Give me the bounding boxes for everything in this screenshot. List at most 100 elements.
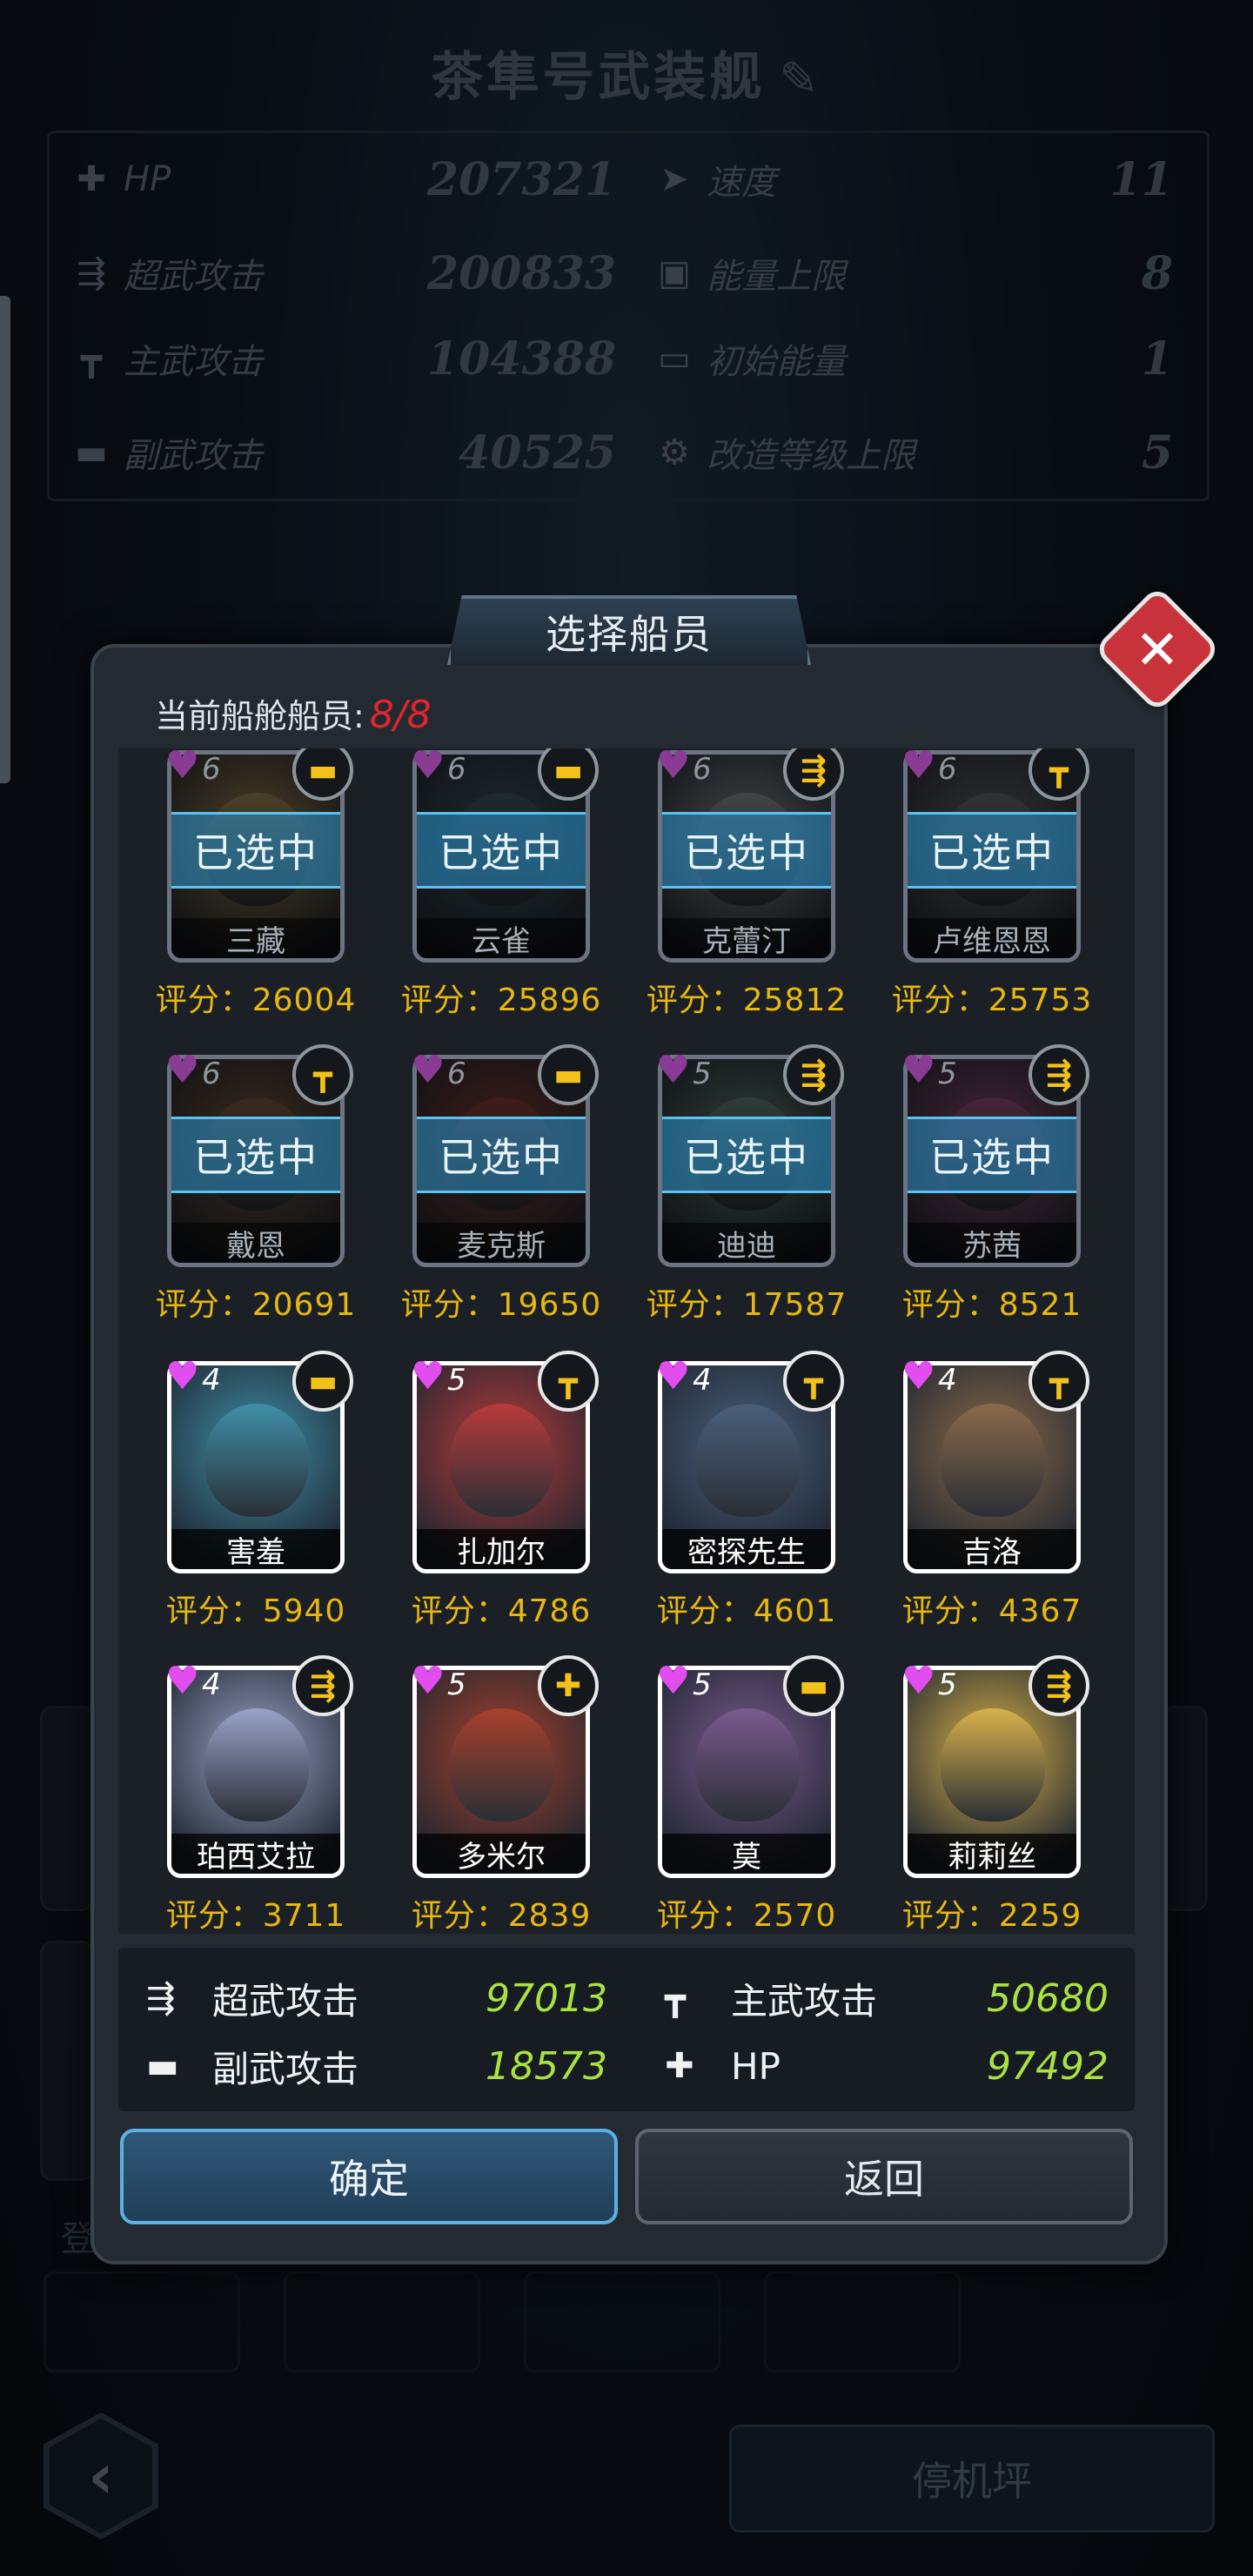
crew-name: 吉洛 [908, 1529, 1076, 1569]
crew-score: 评分：25812 [646, 983, 848, 1018]
heart-icon: ♥ [656, 1659, 691, 1703]
heart-icon: ♥ [411, 1659, 446, 1703]
heart-icon: ♥ [901, 1354, 936, 1399]
main-weapon-icon: ┳ [292, 1044, 353, 1105]
crew-card[interactable]: 已选中 迪迪 ♥ 5 ⇶ 评分：17587 [647, 1044, 846, 1323]
crew-name: 苏茜 [908, 1223, 1076, 1263]
close-icon: ✕ [1135, 617, 1180, 681]
crew-name: 克蕾汀 [662, 918, 831, 958]
super-weapon-icon: ⇶ [1029, 1655, 1089, 1716]
main-weapon-icon: ┳ [665, 1978, 687, 2018]
main-weapon-icon: ┳ [1029, 1351, 1089, 1412]
crew-score: 评分：26004 [155, 983, 357, 1018]
crew-name: 害羞 [171, 1529, 340, 1569]
crew-level: 6 [938, 752, 957, 787]
crew-avatar [941, 1404, 1045, 1517]
crew-level: 6 [447, 752, 466, 787]
crew-level: 6 [202, 1057, 221, 1091]
crew-level: 6 [447, 1057, 466, 1091]
summary-super-weapon: ⇶ 超武攻击 97013 [146, 1976, 607, 2023]
crew-score: 评分：2570 [656, 1898, 837, 1934]
crew-avatar [695, 1708, 800, 1821]
crew-name: 迪迪 [662, 1223, 831, 1263]
selected-overlay: 已选中 [908, 1117, 1076, 1193]
dialog-title: 选择船员 [447, 595, 811, 665]
crew-avatar [450, 1708, 554, 1821]
heart-icon: ♥ [656, 748, 691, 788]
crew-card[interactable]: 已选中 戴恩 ♥ 6 ┳ 评分：20691 [156, 1044, 355, 1323]
heart-icon: ♥ [411, 1048, 446, 1092]
crew-card[interactable]: 多米尔 ♥ 5 ✚ 评分：2839 [409, 1655, 599, 1934]
summary-sub-weapon: ▬ 副武攻击 18573 [146, 2043, 607, 2090]
heart-icon: ♥ [165, 1659, 200, 1703]
crew-score: 评分：3711 [165, 1898, 346, 1934]
heart-icon: ♥ [901, 748, 936, 788]
super-weapon-icon: ⇶ [1029, 1044, 1089, 1105]
crew-score: 评分：4367 [901, 1593, 1082, 1629]
crew-level: 4 [202, 1667, 221, 1702]
crew-level: 5 [938, 1667, 957, 1702]
crew-name: 莉莉丝 [908, 1834, 1076, 1874]
crew-card[interactable]: 害羞 ♥ 4 ▬ 评分：5940 [164, 1351, 353, 1629]
crew-name: 多米尔 [417, 1834, 586, 1874]
crew-name: 卢维恩恩 [908, 918, 1076, 958]
selected-overlay: 已选中 [417, 812, 586, 889]
crew-card[interactable]: 已选中 麦克斯 ♥ 6 ▬ 评分：19650 [401, 1044, 600, 1323]
summary-hp: ✚ HP 97492 [665, 2043, 1109, 2089]
sub-weapon-icon: ▬ [146, 2046, 179, 2086]
confirm-button[interactable]: 确定 [120, 2129, 618, 2224]
crew-name: 密探先生 [662, 1529, 831, 1569]
crew-name: 珀西艾拉 [171, 1834, 340, 1874]
crew-card[interactable]: 已选中 云雀 ♥ 6 ▬ 评分：25896 [401, 748, 600, 1018]
sub-weapon-icon: ▬ [538, 1044, 599, 1105]
summary-main-weapon: ┳ 主武攻击 50680 [665, 1976, 1109, 2023]
crew-name: 戴恩 [171, 1223, 340, 1263]
crew-level: 4 [693, 1363, 712, 1398]
crew-avatar [695, 1404, 800, 1517]
crew-card[interactable]: 已选中 克蕾汀 ♥ 6 ⇶ 评分：25812 [647, 748, 846, 1018]
back-button[interactable]: 返回 [635, 2129, 1133, 2224]
crew-level: 6 [693, 752, 712, 787]
crew-score: 评分：4786 [411, 1593, 592, 1629]
crew-level: 4 [202, 1363, 221, 1398]
selected-overlay: 已选中 [662, 1117, 831, 1193]
selected-overlay: 已选中 [662, 812, 831, 889]
crew-score: 评分：17587 [646, 1287, 848, 1323]
crew-avatar [941, 1708, 1045, 1821]
crew-level: 5 [938, 1057, 957, 1091]
heart-icon: ♥ [901, 1048, 936, 1092]
heart-icon: ♥ [411, 1354, 446, 1399]
crew-card[interactable]: 已选中 苏茜 ♥ 5 ⇶ 评分：8521 [900, 1044, 1089, 1323]
crew-avatar [450, 1404, 554, 1517]
sub-weapon-icon: ▬ [783, 1655, 844, 1716]
crew-count: 当前船舱船员: 8/8 [155, 693, 432, 737]
crew-avatar [204, 1708, 309, 1821]
crew-score: 评分：25896 [400, 983, 602, 1018]
heart-icon: ♥ [411, 748, 446, 788]
heart-icon: ♥ [656, 1354, 691, 1399]
heart-icon: ♥ [656, 1048, 691, 1092]
selection-summary: ⇶ 超武攻击 97013 ┳ 主武攻击 50680 ▬ 副武攻击 18573 ✚… [118, 1948, 1135, 2111]
crew-grid[interactable]: 已选中 三藏 ♥ 6 ▬ 评分：26004 已选中 云雀 ♥ 6 ▬ 评分：25896 已选中 克蕾汀 ♥ 6… [118, 748, 1135, 1934]
crew-card[interactable]: 已选中 三藏 ♥ 6 ▬ 评分：26004 [156, 748, 355, 1018]
crew-card[interactable]: 已选中 卢维恩恩 ♥ 6 ┳ 评分：25753 [892, 748, 1091, 1018]
crew-score: 评分：4601 [656, 1593, 837, 1629]
crew-card[interactable]: 莫 ♥ 5 ▬ 评分：2570 [654, 1655, 844, 1934]
main-weapon-icon: ┳ [538, 1351, 599, 1412]
crew-card[interactable]: 莉莉丝 ♥ 5 ⇶ 评分：2259 [900, 1655, 1089, 1934]
crew-card[interactable]: 珀西艾拉 ♥ 4 ⇶ 评分：3711 [164, 1655, 353, 1934]
crew-level: 6 [202, 752, 221, 787]
crew-score: 评分：2839 [411, 1898, 592, 1934]
crew-level: 4 [938, 1363, 957, 1398]
heart-icon: ♥ [165, 748, 200, 788]
crew-name: 云雀 [417, 918, 586, 958]
crew-name: 扎加尔 [417, 1529, 586, 1569]
heart-icon: ♥ [165, 1048, 200, 1092]
crew-card[interactable]: 扎加尔 ♥ 5 ┳ 评分：4786 [409, 1351, 599, 1629]
crew-name: 莫 [662, 1834, 831, 1874]
crew-avatar [204, 1404, 309, 1517]
crew-card[interactable]: 密探先生 ♥ 4 ┳ 评分：4601 [654, 1351, 844, 1629]
crew-card[interactable]: 吉洛 ♥ 4 ┳ 评分：4367 [900, 1351, 1089, 1629]
crew-level: 5 [447, 1667, 466, 1702]
selected-overlay: 已选中 [417, 1117, 586, 1193]
